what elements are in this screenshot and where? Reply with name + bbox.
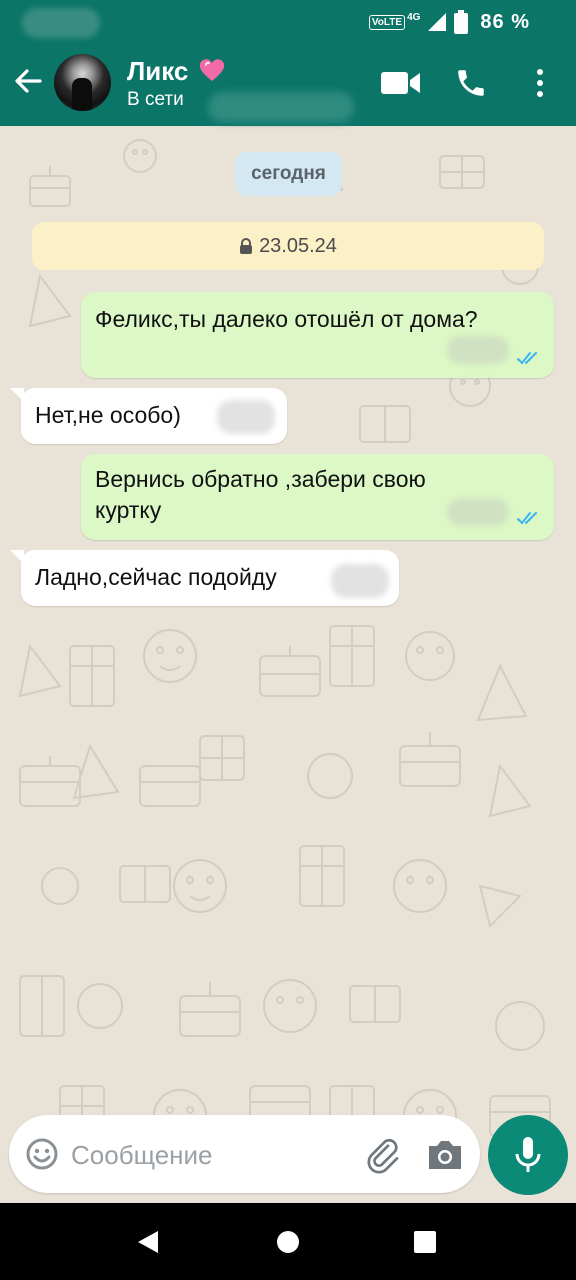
blurred-timestamp (447, 498, 509, 526)
chat-area[interactable]: сегодня 23.05.24 Феликс,ты далеко отошёл… (0, 126, 576, 1206)
battery-icon (454, 10, 469, 34)
nav-back-icon[interactable] (136, 1229, 162, 1255)
back-arrow-icon[interactable] (12, 65, 44, 97)
encryption-date: 23.05.24 (259, 234, 337, 257)
message-text: Феликс,ты далеко отошёл от дома? (95, 306, 478, 332)
avatar[interactable] (54, 54, 111, 111)
message-outgoing[interactable]: Феликс,ты далеко отошёл от дома? (81, 292, 554, 378)
blurred-timestamp (217, 400, 275, 434)
message-text: Ладно,сейчас подойду (35, 564, 277, 590)
paperclip-icon[interactable] (361, 1135, 401, 1175)
status-bar: VoLTE 4G 86 % (0, 0, 576, 44)
message-text-line: Вернись обратно ,забери свою (95, 466, 426, 492)
message-incoming[interactable]: Нет,не особо) (21, 388, 287, 444)
camera-icon[interactable] (425, 1137, 465, 1173)
blurred-timestamp (447, 336, 509, 364)
nav-recents-icon[interactable] (413, 1230, 437, 1254)
blurred-region (208, 92, 354, 122)
network-type: 4G (407, 11, 421, 23)
microphone-button[interactable] (488, 1115, 568, 1195)
message-input[interactable] (69, 1133, 343, 1177)
status-icons: VoLTE 4G 86 % (368, 8, 530, 36)
blurred-timestamp (331, 564, 389, 598)
volte-indicator: VoLTE (368, 14, 406, 30)
message-composer (9, 1115, 480, 1193)
contact-name[interactable]: Ликс (127, 56, 188, 87)
doodle-wallpaper (18, 139, 551, 1147)
message-outgoing[interactable]: Вернись обратно ,забери свою куртку (81, 454, 554, 540)
nav-home-icon[interactable] (276, 1230, 300, 1254)
online-status: В сети (127, 89, 184, 110)
emoji-icon[interactable] (25, 1137, 59, 1171)
message-text-line: куртку (95, 497, 162, 523)
message-incoming[interactable]: Ладно,сейчас подойду (21, 550, 399, 606)
video-call-icon[interactable] (381, 70, 421, 96)
microphone-icon (515, 1137, 541, 1172)
bubble-tail (10, 388, 24, 402)
date-divider: сегодня (235, 152, 342, 196)
pink-heart-icon (199, 59, 225, 81)
blurred-notification-area (22, 8, 100, 38)
more-options-icon[interactable] (533, 68, 547, 98)
voice-call-icon[interactable] (454, 66, 488, 100)
system-navigation-bar (0, 1203, 576, 1280)
battery-percentage: 86 % (480, 10, 530, 33)
lock-icon (240, 238, 253, 254)
message-text: Нет,не особо) (35, 402, 181, 428)
encryption-notice[interactable]: 23.05.24 (32, 222, 544, 270)
read-receipt-icon (517, 352, 537, 365)
bubble-tail (10, 550, 24, 564)
read-receipt-icon (517, 512, 537, 525)
signal-icon (428, 13, 447, 31)
chat-header: Ликс В сети (0, 44, 576, 126)
